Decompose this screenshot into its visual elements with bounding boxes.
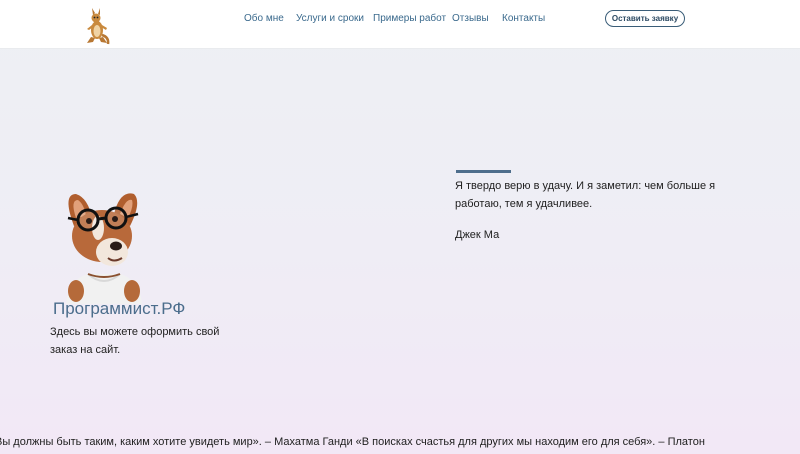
hero-tagline: Здесь вы можете оформить свой заказ на с… xyxy=(50,326,220,356)
leave-request-button[interactable]: Оставить заявку xyxy=(605,10,685,27)
nav-link-reviews[interactable]: Отзывы xyxy=(452,13,489,24)
nav-link-about[interactable]: Обо мне xyxy=(244,13,284,24)
quote-author: Джек Ма xyxy=(455,229,500,241)
quote-text: Я твердо верю в удачу. И я заметил: чем … xyxy=(455,180,716,210)
kangaroo-logo-icon[interactable] xyxy=(84,7,110,45)
nav-link-services[interactable]: Услуги и сроки xyxy=(296,13,364,24)
nav-link-contacts[interactable]: Контакты xyxy=(502,13,545,24)
brand-name: Программист.РФ xyxy=(53,299,186,318)
dog-mascot-image xyxy=(54,188,154,304)
quote-ticker: Вы должны быть таким, каким хотите увиде… xyxy=(0,436,705,448)
site-header: Обо мне Услуги и сроки Примеры работ Отз… xyxy=(0,0,800,49)
quote-accent-bar xyxy=(456,170,511,173)
nav-link-portfolio[interactable]: Примеры работ xyxy=(373,13,446,24)
